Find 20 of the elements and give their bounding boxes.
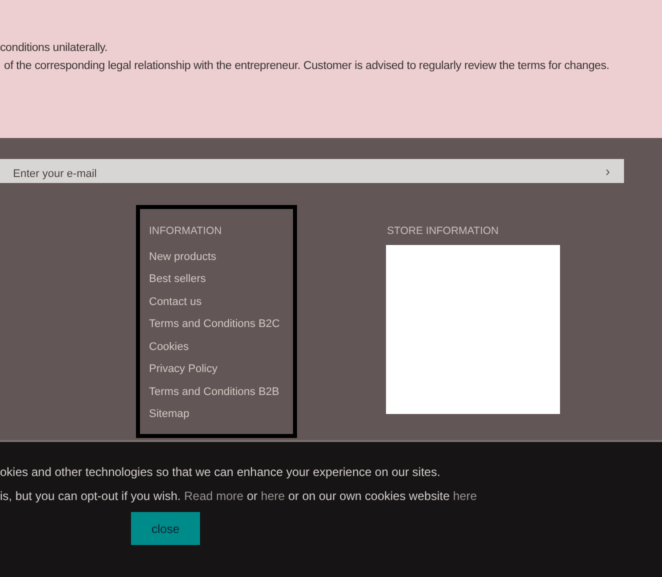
footer-link[interactable]: Sitemap [149, 406, 190, 423]
footer-link[interactable]: Terms and Conditions B2C [149, 316, 280, 333]
close-button[interactable]: close [131, 512, 200, 545]
section-heading: STORE INFORMATION [387, 224, 500, 239]
email-field[interactable]: Enter your e-mail › [0, 159, 624, 183]
footer-link[interactable]: New products [149, 248, 216, 266]
cookie-text: is, but you can opt-out if you wish. Read more or here or on our own cookies website here [0, 488, 478, 505]
submit-arrow[interactable]: › [605, 164, 610, 178]
cookie-text: okies and other technologies so that we can enhance your experience on our sites. [0, 464, 442, 481]
footer-link[interactable]: Contact us [149, 294, 202, 310]
cookie-link[interactable]: Read more [184, 489, 244, 503]
footer-link[interactable]: Best sellers [149, 271, 206, 288]
footer-link[interactable]: Privacy Policy [149, 361, 218, 378]
footer-link[interactable]: Terms and Conditions B2B [149, 384, 280, 400]
footer-link[interactable]: Cookies [149, 338, 189, 356]
cookie-link[interactable]: here [260, 489, 285, 503]
section-heading: INFORMATION [149, 224, 223, 239]
cookie-link[interactable]: here [452, 489, 477, 503]
terms-text: of the corresponding legal relationship with the entrepreneur. Customer is advised to regularly review the terms for changes. [3, 59, 610, 74]
terms-text: conditions unilaterally. [0, 41, 108, 56]
